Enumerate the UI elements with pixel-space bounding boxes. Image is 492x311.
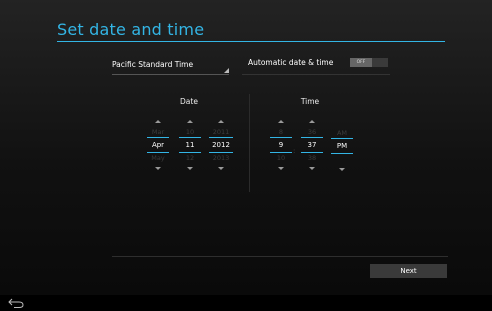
timezone-spinner[interactable]: Pacific Standard Time <box>112 58 229 75</box>
hour-picker[interactable]: 8 9 10 <box>270 120 292 170</box>
year-next: 2013 <box>212 154 230 162</box>
time-separator: : <box>293 147 296 155</box>
year-prev: 2011 <box>212 128 230 136</box>
month-value[interactable]: Apr <box>147 137 169 153</box>
footer-divider <box>112 256 448 257</box>
ampm-picker[interactable]: AM PM <box>331 120 353 171</box>
minute-next: 38 <box>307 154 317 162</box>
hour-down-icon[interactable] <box>278 167 284 170</box>
automatic-date-row[interactable]: Automatic date & time OFF <box>242 54 390 75</box>
setup-screen: Set date and time Pacific Standard Time … <box>0 0 492 295</box>
hour-value[interactable]: 9 <box>270 137 292 153</box>
day-next: 12 <box>185 154 195 162</box>
day-value[interactable]: 11 <box>179 137 201 153</box>
month-prev: Mar <box>151 128 165 136</box>
timezone-label: Pacific Standard Time <box>112 60 194 69</box>
year-value[interactable]: 2012 <box>209 137 233 153</box>
minute-down-icon[interactable] <box>309 167 315 170</box>
day-picker[interactable]: 10 11 12 <box>179 120 201 170</box>
ampm-prev: AM <box>336 128 348 137</box>
time-heading: Time <box>300 97 320 106</box>
day-prev: 10 <box>185 128 195 136</box>
back-arrow-icon[interactable] <box>8 298 24 308</box>
year-picker[interactable]: 2011 2012 2013 <box>209 120 233 170</box>
title-divider <box>57 41 445 42</box>
next-button[interactable]: Next <box>370 264 447 278</box>
toggle-off-knob: OFF <box>350 58 372 67</box>
month-down-icon[interactable] <box>155 167 161 170</box>
automatic-date-toggle[interactable]: OFF <box>350 58 388 67</box>
hour-prev: 8 <box>278 128 284 136</box>
date-heading: Date <box>180 97 198 106</box>
day-down-icon[interactable] <box>187 167 193 170</box>
minute-prev: 36 <box>307 128 317 136</box>
month-next: May <box>151 154 165 162</box>
year-down-icon[interactable] <box>218 167 224 170</box>
date-time-divider <box>249 94 250 192</box>
minute-picker[interactable]: 36 37 38 <box>301 120 323 170</box>
month-picker[interactable]: Mar Apr May <box>147 120 169 170</box>
dropdown-corner-icon <box>224 68 229 73</box>
minute-value[interactable]: 37 <box>301 137 323 153</box>
page-title: Set date and time <box>57 20 205 39</box>
ampm-value[interactable]: PM <box>331 137 353 154</box>
navigation-bar <box>0 295 492 311</box>
ampm-down-icon[interactable] <box>339 167 345 171</box>
automatic-date-label: Automatic date & time <box>248 58 334 67</box>
hour-next: 10 <box>276 154 286 162</box>
